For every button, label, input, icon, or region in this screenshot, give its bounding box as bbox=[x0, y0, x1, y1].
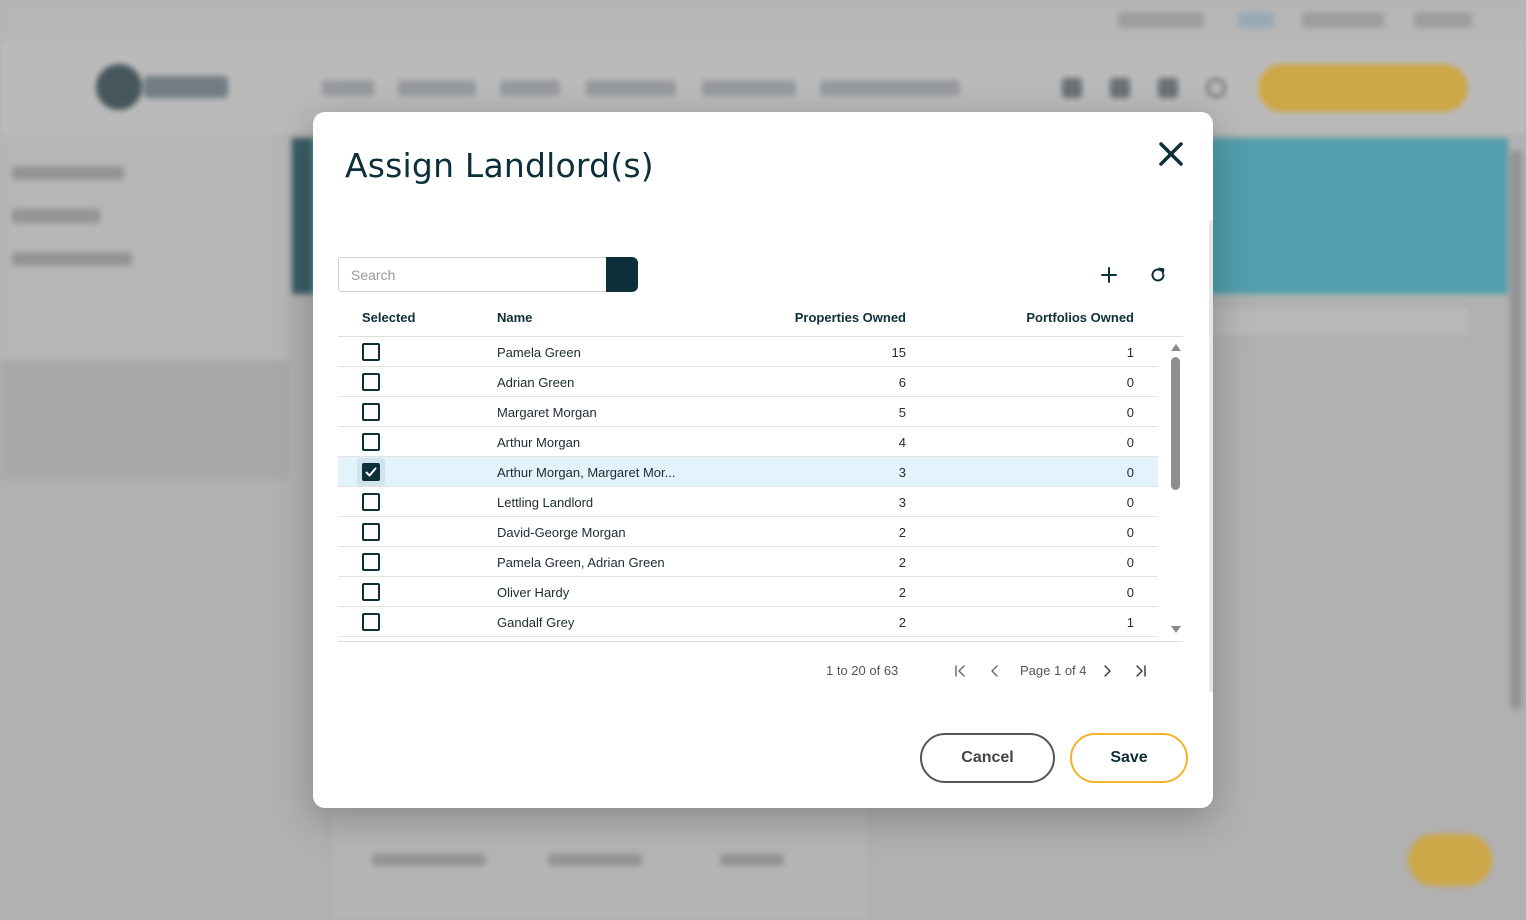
table-row[interactable]: Margaret Morgan 5 0 bbox=[338, 397, 1158, 427]
portfolios-owned-cell: 0 bbox=[1126, 525, 1134, 540]
properties-owned-cell: 2 bbox=[898, 585, 906, 600]
page-indicator: Page 1 of 4 bbox=[1020, 663, 1087, 678]
refresh-button[interactable] bbox=[1145, 262, 1171, 288]
close-button[interactable] bbox=[1155, 138, 1187, 170]
row-select-checkbox[interactable] bbox=[362, 523, 380, 541]
properties-owned-cell: 6 bbox=[898, 375, 906, 390]
table-row[interactable]: Arthur Morgan 4 0 bbox=[338, 427, 1158, 457]
pagination-summary: 1 to 20 of 63 bbox=[826, 663, 899, 678]
add-landlord-button[interactable] bbox=[1096, 262, 1122, 288]
search-button[interactable] bbox=[606, 257, 638, 292]
assign-landlords-modal: Assign Landlord(s) Selected Name Propert… bbox=[313, 112, 1213, 808]
table-row[interactable]: David-George Morgan 2 0 bbox=[338, 517, 1158, 547]
first-page-button[interactable] bbox=[949, 660, 971, 682]
landlord-name-cell: Pamela Green, Adrian Green bbox=[497, 555, 665, 570]
portfolios-owned-cell: 0 bbox=[1126, 405, 1134, 420]
landlord-name-cell: Adrian Green bbox=[497, 375, 575, 390]
first-page-icon bbox=[955, 665, 965, 677]
row-select-checkbox[interactable] bbox=[362, 463, 380, 481]
landlord-name-cell: Gandalf Grey bbox=[497, 615, 575, 630]
scroll-thumb[interactable] bbox=[1171, 357, 1180, 490]
portfolios-owned-cell: 0 bbox=[1126, 465, 1134, 480]
table-row[interactable]: Arthur Morgan, Margaret Mor... 3 0 bbox=[338, 457, 1158, 487]
cancel-button[interactable]: Cancel bbox=[920, 733, 1055, 783]
last-page-icon bbox=[1136, 665, 1146, 677]
portfolios-owned-cell: 0 bbox=[1126, 585, 1134, 600]
table-row[interactable]: Gandalf Grey 2 1 bbox=[338, 607, 1158, 637]
properties-owned-cell: 15 bbox=[891, 345, 906, 360]
landlord-name-cell: Margaret Morgan bbox=[497, 405, 597, 420]
column-header-portfolios-owned[interactable]: Portfolios Owned bbox=[1004, 310, 1134, 325]
properties-owned-cell: 5 bbox=[898, 405, 906, 420]
refresh-icon bbox=[1151, 267, 1165, 282]
last-page-button[interactable] bbox=[1130, 660, 1152, 682]
row-select-checkbox[interactable] bbox=[362, 553, 380, 571]
grid-divider bbox=[338, 641, 1183, 642]
row-select-checkbox[interactable] bbox=[362, 613, 380, 631]
table-row[interactable]: Adrian Green 6 0 bbox=[338, 367, 1158, 397]
row-select-checkbox[interactable] bbox=[362, 403, 380, 421]
landlord-name-cell: Arthur Morgan, Margaret Mor... bbox=[497, 465, 676, 480]
grid-body: Pamela Green 15 1 Adrian Green 6 0 Margaret Mo… bbox=[338, 337, 1183, 637]
portfolios-owned-cell: 0 bbox=[1126, 435, 1134, 450]
portfolios-owned-cell: 0 bbox=[1126, 495, 1134, 510]
row-select-checkbox[interactable] bbox=[362, 583, 380, 601]
table-row[interactable]: Oliver Hardy 2 0 bbox=[338, 577, 1158, 607]
properties-owned-cell: 4 bbox=[898, 435, 906, 450]
chevron-left-icon bbox=[991, 665, 998, 677]
checkmark-icon bbox=[365, 467, 377, 477]
portfolios-owned-cell: 0 bbox=[1126, 375, 1134, 390]
row-select-checkbox[interactable] bbox=[362, 373, 380, 391]
search-input[interactable] bbox=[338, 257, 606, 292]
properties-owned-cell: 2 bbox=[898, 615, 906, 630]
plus-icon bbox=[1101, 267, 1117, 283]
modal-scrollbar[interactable] bbox=[1209, 220, 1213, 692]
landlords-grid: Selected Name Properties Owned Portfolio… bbox=[338, 302, 1183, 642]
scroll-up-icon[interactable] bbox=[1171, 344, 1181, 351]
next-page-button[interactable] bbox=[1096, 660, 1118, 682]
landlord-name-cell: Pamela Green bbox=[497, 345, 581, 360]
table-row[interactable]: Pamela Green 15 1 bbox=[338, 337, 1158, 367]
column-header-selected[interactable]: Selected bbox=[362, 310, 415, 325]
portfolios-owned-cell: 1 bbox=[1126, 615, 1134, 630]
save-button[interactable]: Save bbox=[1070, 733, 1188, 783]
properties-owned-cell: 3 bbox=[898, 495, 906, 510]
close-icon bbox=[1159, 142, 1183, 166]
landlord-name-cell: Arthur Morgan bbox=[497, 435, 581, 450]
column-header-name[interactable]: Name bbox=[497, 310, 532, 325]
portfolios-owned-cell: 0 bbox=[1126, 555, 1134, 570]
search-box bbox=[338, 257, 638, 292]
row-select-checkbox[interactable] bbox=[362, 493, 380, 511]
grid-scrollbar[interactable] bbox=[1168, 337, 1183, 637]
landlord-name-cell: Oliver Hardy bbox=[497, 585, 570, 600]
landlord-name-cell: Lettling Landlord bbox=[497, 495, 594, 510]
column-header-properties-owned[interactable]: Properties Owned bbox=[778, 310, 906, 325]
table-row[interactable]: Lettling Landlord 3 0 bbox=[338, 487, 1158, 517]
landlord-name-cell: David-George Morgan bbox=[497, 525, 626, 540]
properties-owned-cell: 2 bbox=[898, 525, 906, 540]
portfolios-owned-cell: 1 bbox=[1126, 345, 1134, 360]
row-select-checkbox[interactable] bbox=[362, 343, 380, 361]
grid-header: Selected Name Properties Owned Portfolio… bbox=[338, 302, 1183, 337]
properties-owned-cell: 2 bbox=[898, 555, 906, 570]
properties-owned-cell: 3 bbox=[898, 465, 906, 480]
scroll-down-icon[interactable] bbox=[1171, 626, 1181, 633]
row-select-checkbox[interactable] bbox=[362, 433, 380, 451]
chevron-right-icon bbox=[1104, 665, 1111, 677]
modal-title: Assign Landlord(s) bbox=[345, 146, 654, 185]
previous-page-button[interactable] bbox=[984, 660, 1006, 682]
table-row[interactable]: Pamela Green, Adrian Green 2 0 bbox=[338, 547, 1158, 577]
